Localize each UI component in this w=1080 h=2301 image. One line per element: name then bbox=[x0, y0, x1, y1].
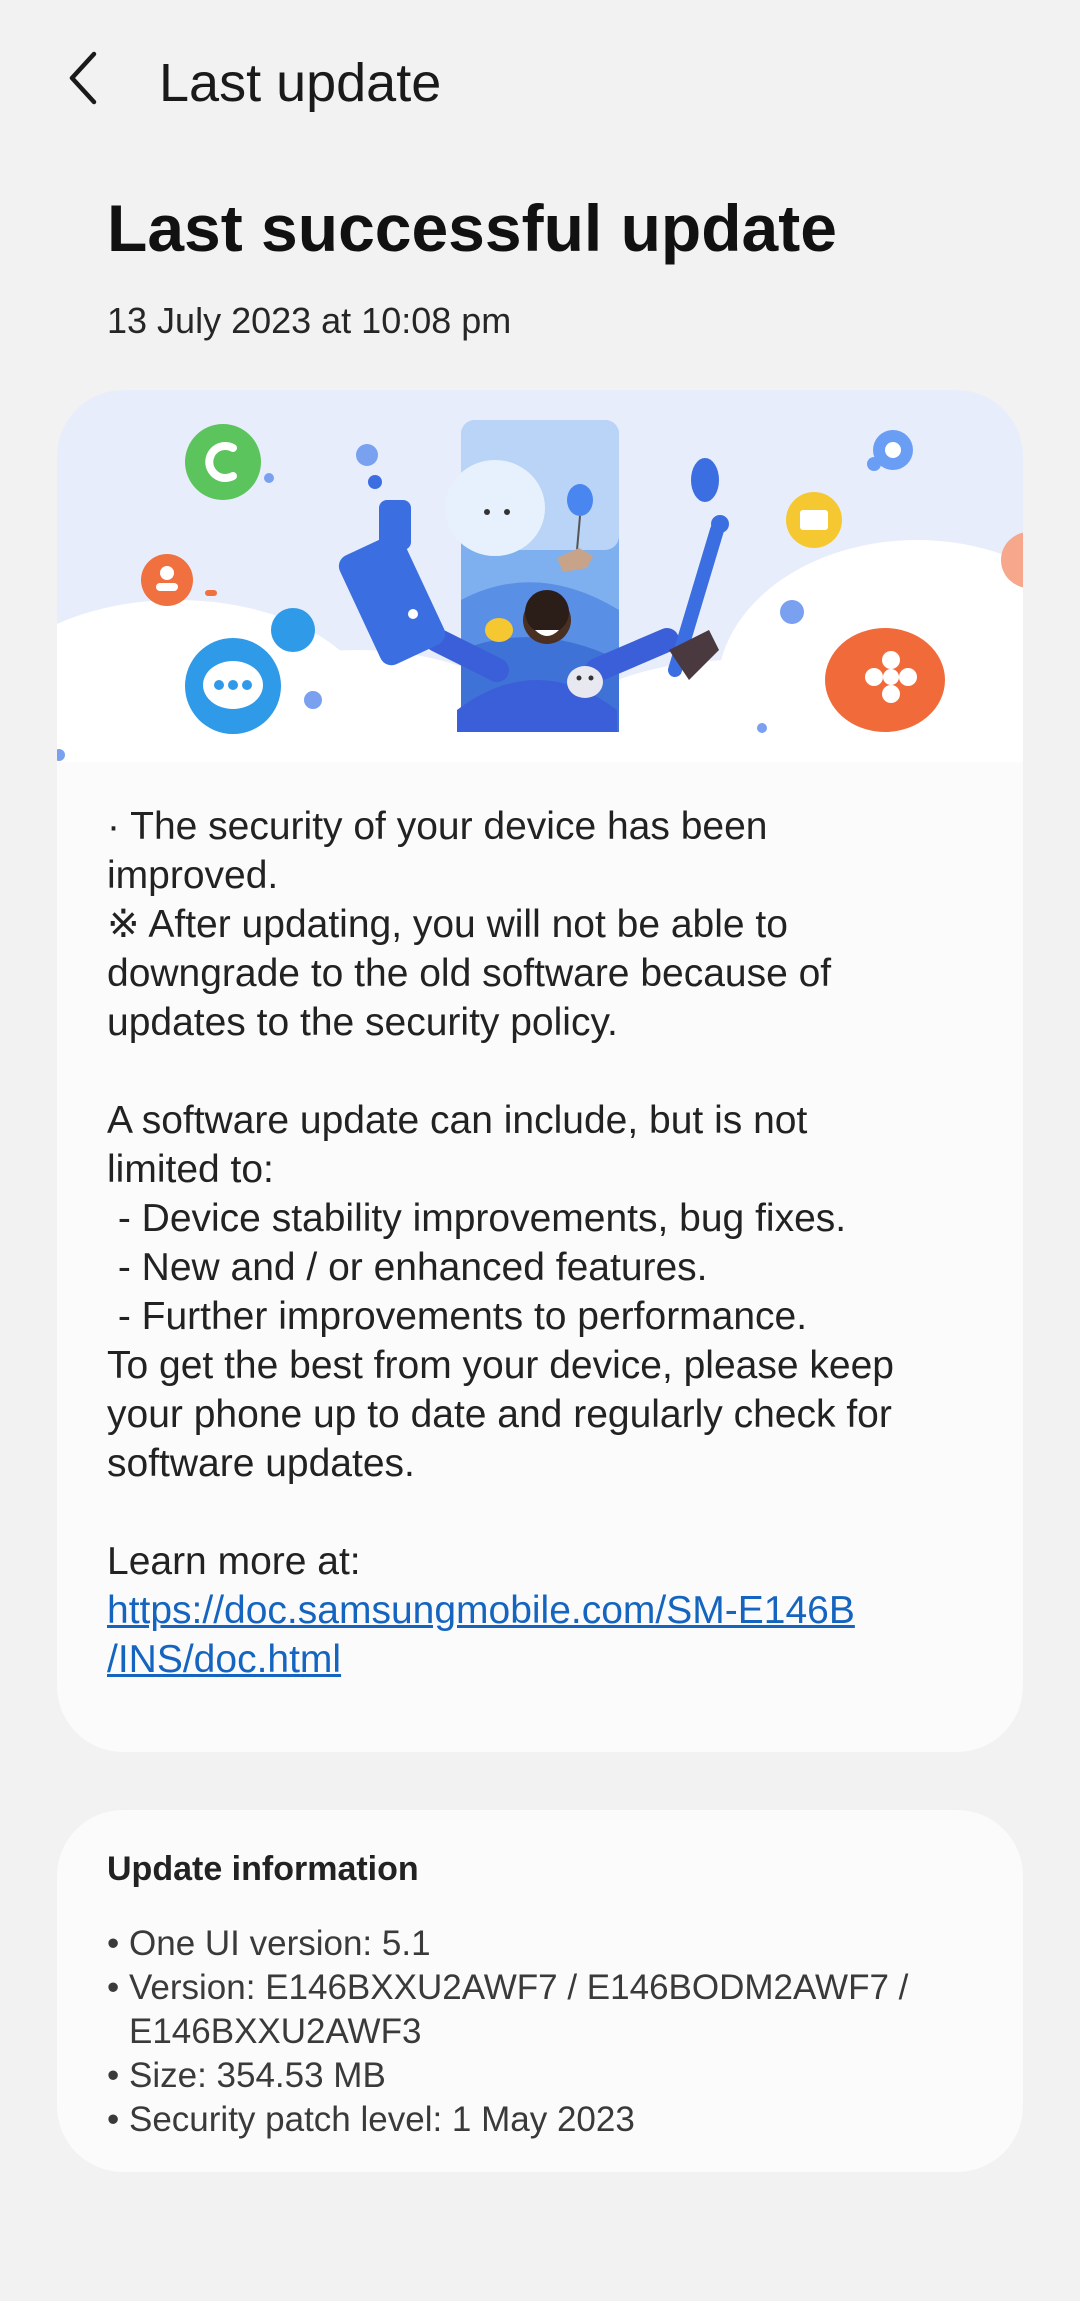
contact-icon bbox=[141, 554, 193, 606]
info-item-version: Version: E146BXXU2AWF7 / E146BODM2AWF7 /… bbox=[107, 1966, 997, 2054]
settings-icon bbox=[867, 430, 913, 471]
release-notes-card: · The security of your device has been i… bbox=[57, 390, 1023, 1752]
learn-more-link-wrapper: /INS/doc.html bbox=[107, 1635, 987, 1684]
info-item-security-patch: Security patch level: 1 May 2023 bbox=[107, 2098, 997, 2142]
update-illustration bbox=[57, 390, 1023, 762]
notes-line: software updates. bbox=[107, 1442, 415, 1485]
notes-line: limited to: bbox=[107, 1148, 274, 1191]
notes-line: your phone up to date and regularly chec… bbox=[107, 1393, 892, 1436]
illustration-art bbox=[57, 420, 1023, 762]
notes-line: A software update can include, but is no… bbox=[107, 1099, 808, 1142]
release-notes: · The security of your device has been i… bbox=[107, 802, 987, 1684]
update-information-list: One UI version: 5.1 Version: E146BXXU2AW… bbox=[107, 1922, 997, 2142]
phone-call-icon bbox=[185, 424, 261, 500]
app-bar-title: Last update bbox=[159, 53, 442, 113]
notes-line: - Device stability improvements, bug fix… bbox=[107, 1197, 847, 1240]
app-bar: Last update bbox=[0, 0, 1080, 165]
update-information-card: Update information One UI version: 5.1 V… bbox=[57, 1810, 1023, 2172]
notes-line: ※ After updating, you will not be able t… bbox=[107, 903, 788, 946]
info-item-size: Size: 354.53 MB bbox=[107, 2054, 997, 2098]
learn-more-link[interactable]: https://doc.samsungmobile.com/SM-E146B bbox=[107, 1589, 855, 1632]
learn-more-link-wrapper: https://doc.samsungmobile.com/SM-E146B bbox=[107, 1586, 987, 1635]
notes-line: - New and / or enhanced features. bbox=[107, 1246, 708, 1289]
info-item-one-ui-version: One UI version: 5.1 bbox=[107, 1922, 997, 1966]
last-update-date: 13 July 2023 at 10:08 pm bbox=[107, 300, 512, 341]
update-information-title: Update information bbox=[107, 1850, 419, 1888]
back-button[interactable] bbox=[48, 42, 120, 114]
learn-more-label: Learn more at: bbox=[107, 1540, 361, 1583]
page-heading: Last successful update bbox=[107, 191, 837, 265]
learn-more-link-continued[interactable]: /INS/doc.html bbox=[107, 1638, 341, 1681]
chevron-left-icon bbox=[69, 51, 97, 105]
folder-icon bbox=[786, 492, 842, 548]
notes-line: updates to the security policy. bbox=[107, 1001, 618, 1044]
notes-line: downgrade to the old software because of bbox=[107, 952, 832, 995]
bixby-flower-icon bbox=[825, 628, 945, 732]
notes-line: improved. bbox=[107, 854, 279, 897]
notes-line: To get the best from your device, please… bbox=[107, 1344, 894, 1387]
notes-line: - Further improvements to performance. bbox=[107, 1295, 808, 1338]
notes-line: · The security of your device has been bbox=[107, 805, 768, 848]
